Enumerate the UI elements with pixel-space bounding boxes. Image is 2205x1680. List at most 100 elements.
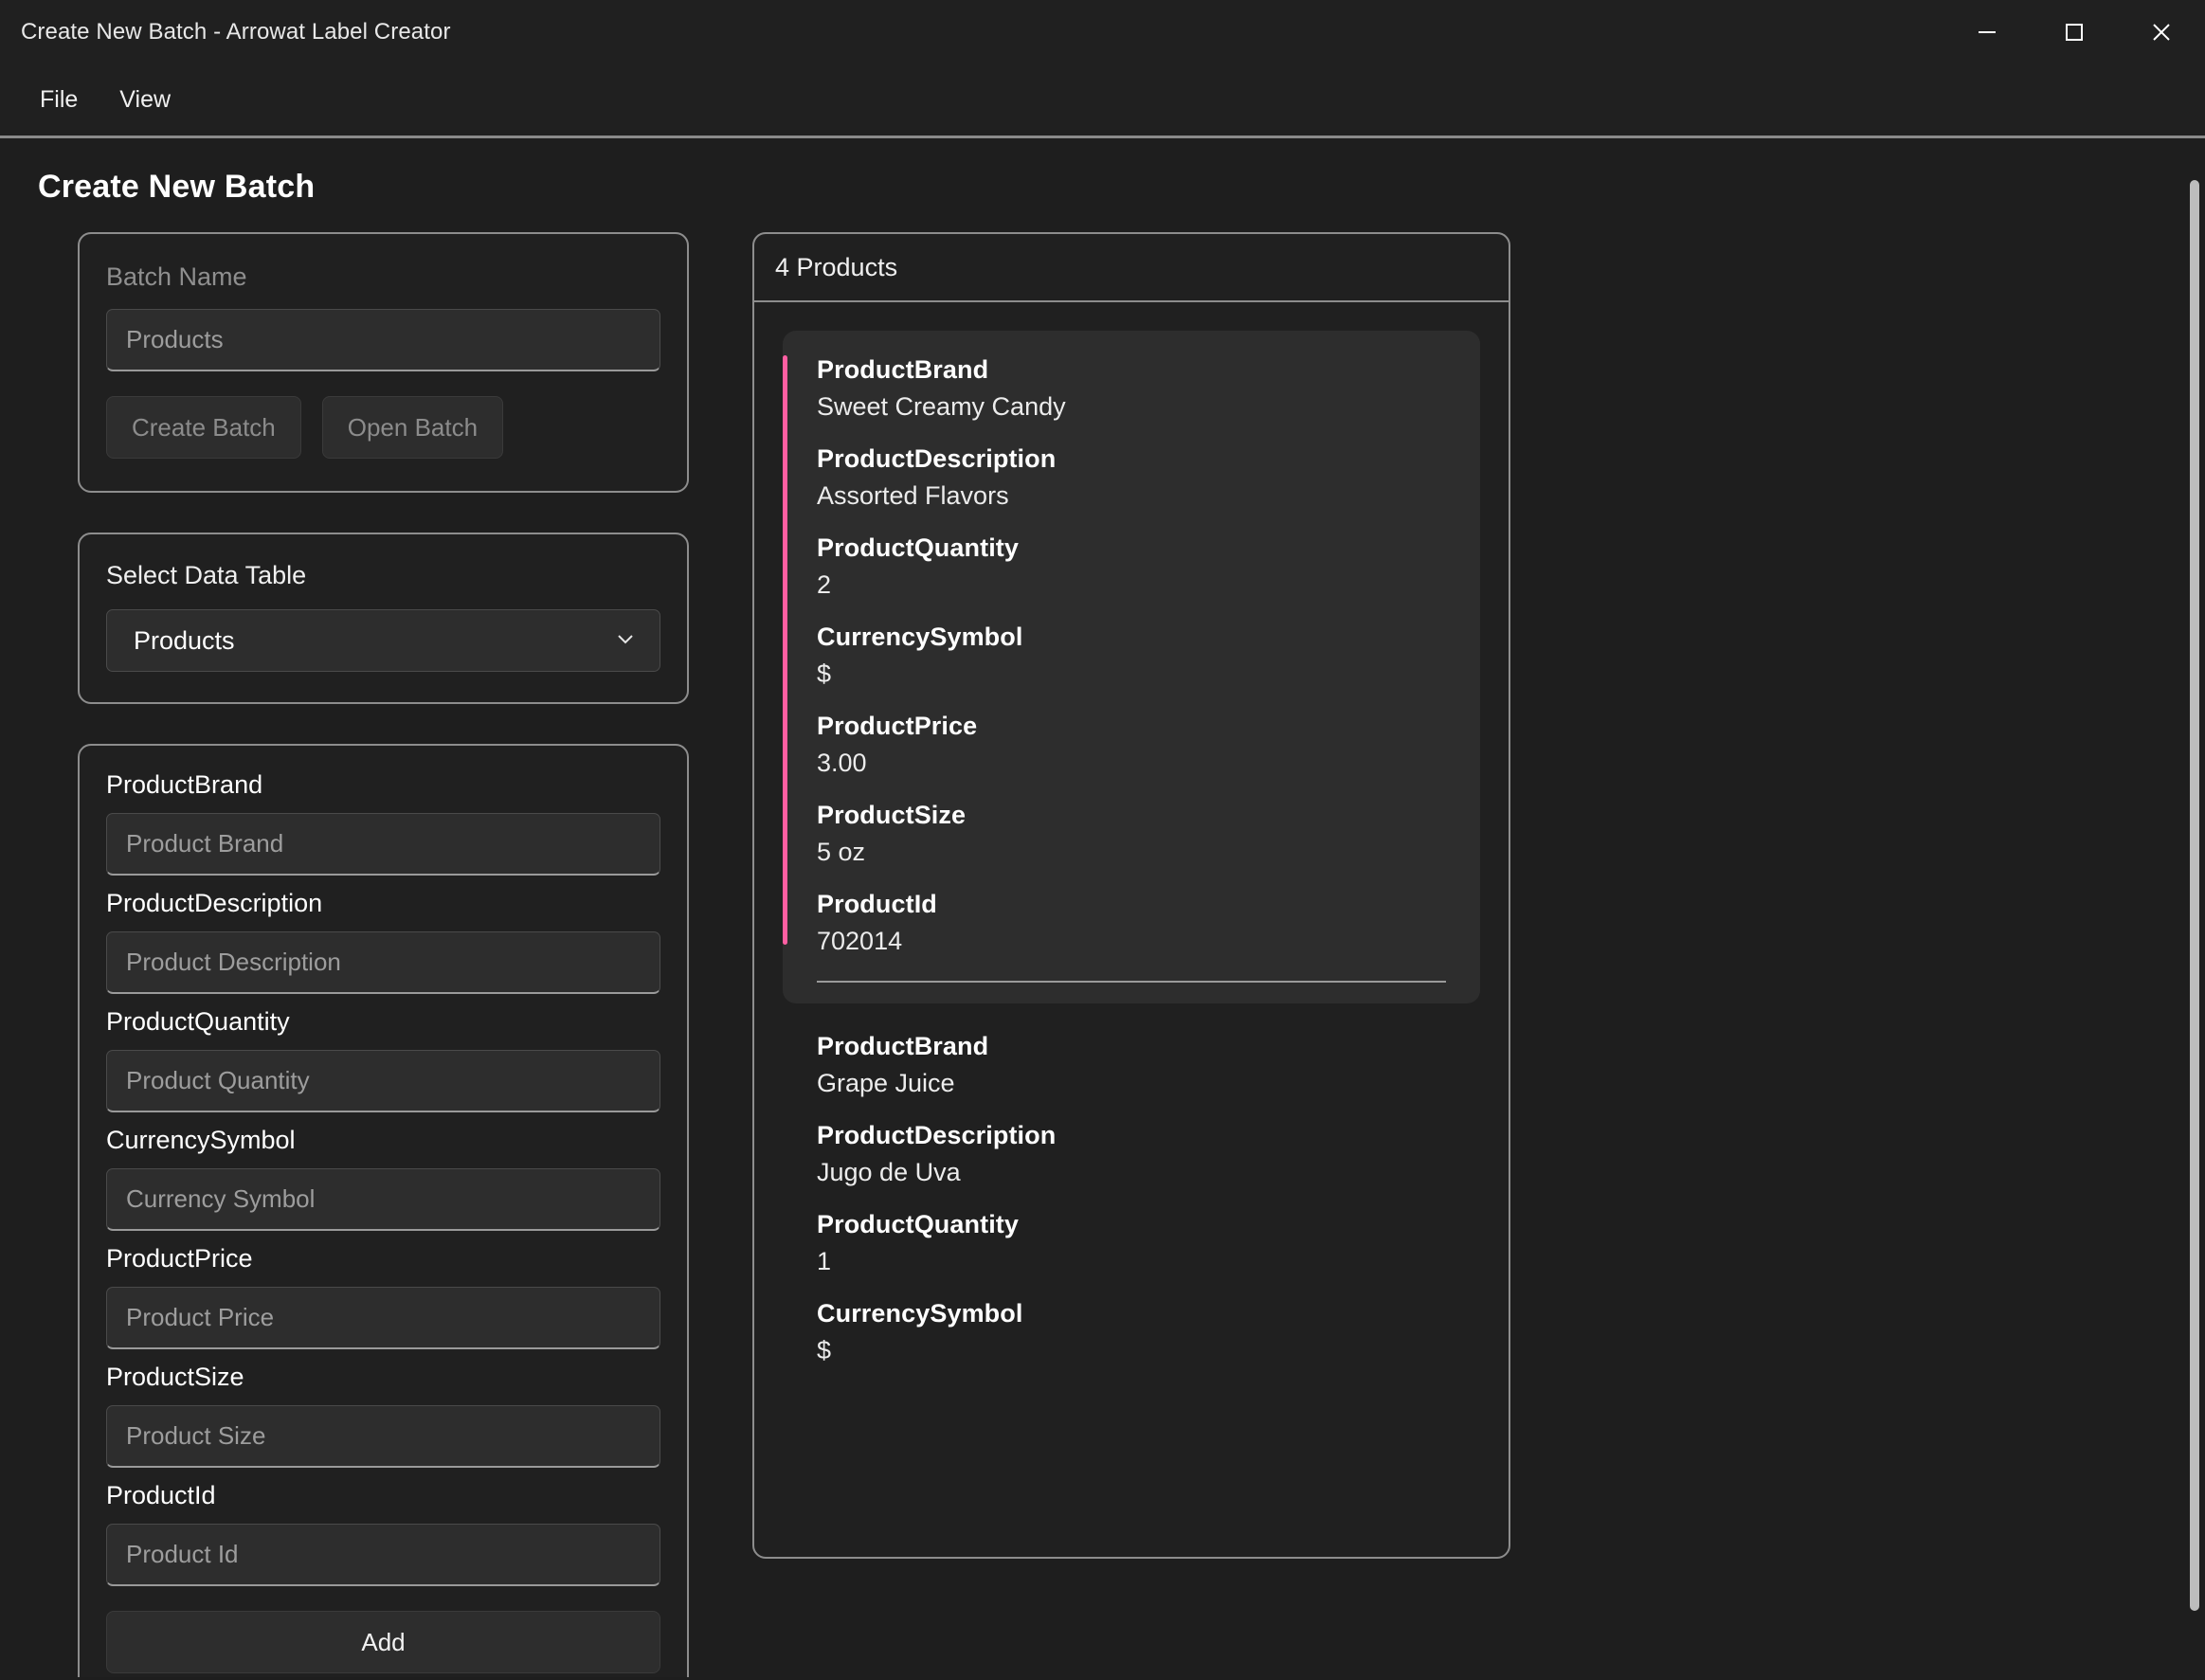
field-productid: ProductId Product Id (106, 1481, 660, 1586)
product-card-fields: ProductBrand Grape Juice ProductDescript… (783, 1032, 1480, 1365)
product-field: ProductQuantity 1 (817, 1210, 1446, 1276)
product-field-value: 5 oz (817, 838, 866, 866)
product-field-value: Jugo de Uva (817, 1158, 961, 1186)
field-productquantity: ProductQuantity Product Quantity (106, 1007, 660, 1112)
batch-name-label: Batch Name (106, 262, 247, 291)
product-fields-panel: ProductBrand Product Brand ProductDescri… (78, 744, 689, 1677)
batch-panel: Batch Name Products Create Batch Open Ba… (78, 232, 689, 493)
maximize-button[interactable] (2031, 0, 2118, 64)
product-field-key: ProductDescription (817, 1121, 1057, 1149)
product-field-value: Assorted Flavors (817, 481, 1009, 510)
product-field-key: ProductBrand (817, 1032, 989, 1060)
field-productprice: ProductPrice Product Price (106, 1244, 660, 1349)
product-field-key: ProductPrice (817, 712, 978, 740)
product-field-key: ProductQuantity (817, 1210, 1020, 1238)
field-label-productid: ProductId (106, 1481, 216, 1509)
vertical-scrollbar[interactable] (2190, 180, 2199, 1611)
field-currencysymbol: CurrencySymbol Currency Symbol (106, 1126, 660, 1231)
select-data-table-panel: Select Data Table Products (78, 533, 689, 704)
right-column: 4 Products ProductBrand Sweet Creamy Can… (752, 232, 1510, 1559)
product-field-value: 2 (817, 570, 832, 599)
menu-item-view[interactable]: View (99, 79, 191, 121)
product-field-value: Sweet Creamy Candy (817, 392, 1066, 421)
product-field-key: CurrencySymbol (817, 1299, 1023, 1328)
batch-button-row: Create Batch Open Batch (106, 396, 660, 459)
products-list: ProductBrand Sweet Creamy Candy ProductD… (754, 302, 1509, 1557)
placeholder-productquantity: Product Quantity (126, 1066, 310, 1094)
content-area: Create New Batch Batch Name Products Cre… (0, 138, 2205, 1677)
product-field-value: 702014 (817, 927, 903, 955)
minimize-button[interactable] (1943, 0, 2031, 64)
input-productprice[interactable]: Product Price (106, 1287, 660, 1349)
product-field: ProductBrand Sweet Creamy Candy (817, 355, 1446, 422)
product-field: CurrencySymbol $ (817, 623, 1446, 689)
product-field: ProductPrice 3.00 (817, 712, 1446, 778)
list-item[interactable]: ProductBrand Sweet Creamy Candy ProductD… (783, 331, 1480, 1003)
input-productid[interactable]: Product Id (106, 1524, 660, 1586)
field-label-productprice: ProductPrice (106, 1244, 253, 1273)
placeholder-productdescription: Product Description (126, 948, 341, 976)
product-field: ProductQuantity 2 (817, 533, 1446, 600)
product-field-key: ProductSize (817, 801, 967, 829)
menu-bar: File View (0, 64, 2205, 138)
input-productbrand[interactable]: Product Brand (106, 813, 660, 876)
product-field-key: ProductId (817, 890, 937, 918)
product-field-value: $ (817, 659, 832, 688)
field-label-productquantity: ProductQuantity (106, 1007, 290, 1036)
data-table-selected-value: Products (134, 625, 235, 655)
page-title: Create New Batch (38, 169, 316, 205)
product-field: ProductBrand Grape Juice (817, 1032, 1446, 1098)
card-divider (817, 981, 1446, 983)
placeholder-productprice: Product Price (126, 1303, 275, 1331)
add-button[interactable]: Add (106, 1611, 660, 1673)
field-productdescription: ProductDescription Product Description (106, 889, 660, 994)
input-productsize[interactable]: Product Size (106, 1405, 660, 1468)
product-field: ProductId 702014 (817, 890, 1446, 956)
open-batch-button[interactable]: Open Batch (321, 396, 504, 459)
maximize-icon (2062, 20, 2087, 45)
products-panel-header: 4 Products (754, 234, 1509, 302)
placeholder-productbrand: Product Brand (126, 829, 284, 858)
menu-item-file[interactable]: File (19, 79, 99, 121)
columns-layout: Batch Name Products Create Batch Open Ba… (0, 232, 2205, 1677)
left-column: Batch Name Products Create Batch Open Ba… (78, 232, 689, 1677)
input-productquantity[interactable]: Product Quantity (106, 1050, 660, 1112)
list-item[interactable]: ProductBrand Grape Juice ProductDescript… (783, 1028, 1480, 1390)
product-field-value: 3.00 (817, 749, 867, 777)
title-bar: Create New Batch - Arrowat Label Creator (0, 0, 2205, 64)
product-field: CurrencySymbol $ (817, 1299, 1446, 1365)
product-field: ProductDescription Assorted Flavors (817, 444, 1446, 511)
product-field-key: ProductDescription (817, 444, 1057, 473)
input-currencysymbol[interactable]: Currency Symbol (106, 1168, 660, 1231)
placeholder-currencysymbol: Currency Symbol (126, 1184, 316, 1213)
close-button[interactable] (2118, 0, 2205, 64)
placeholder-productid: Product Id (126, 1540, 239, 1568)
data-table-dropdown[interactable]: Products (106, 609, 660, 672)
product-field: ProductSize 5 oz (817, 801, 1446, 867)
field-productbrand: ProductBrand Product Brand (106, 770, 660, 876)
batch-name-placeholder: Products (126, 325, 224, 353)
field-label-productsize: ProductSize (106, 1363, 244, 1391)
products-panel: 4 Products ProductBrand Sweet Creamy Can… (752, 232, 1510, 1559)
select-data-table-label: Select Data Table (106, 561, 307, 589)
placeholder-productsize: Product Size (126, 1421, 266, 1450)
field-label-productbrand: ProductBrand (106, 770, 263, 799)
minimize-icon (1975, 20, 1999, 45)
product-field-value: $ (817, 1336, 832, 1364)
add-button-wrap: Add (106, 1611, 660, 1673)
products-count-label: 4 Products (775, 252, 898, 281)
product-field-key: CurrencySymbol (817, 623, 1023, 651)
window-controls (1943, 0, 2205, 64)
product-field-key: ProductQuantity (817, 533, 1020, 562)
input-productdescription[interactable]: Product Description (106, 931, 660, 994)
window-title: Create New Batch - Arrowat Label Creator (21, 19, 451, 45)
create-batch-button[interactable]: Create Batch (106, 396, 301, 459)
product-card-fields: ProductBrand Sweet Creamy Candy ProductD… (783, 355, 1480, 956)
product-field-value: Grape Juice (817, 1069, 955, 1097)
batch-name-input[interactable]: Products (106, 309, 660, 371)
field-productsize: ProductSize Product Size (106, 1363, 660, 1468)
chevron-down-icon (612, 625, 639, 657)
close-icon (2149, 20, 2174, 45)
product-field: ProductDescription Jugo de Uva (817, 1121, 1446, 1187)
product-field-key: ProductBrand (817, 355, 989, 384)
